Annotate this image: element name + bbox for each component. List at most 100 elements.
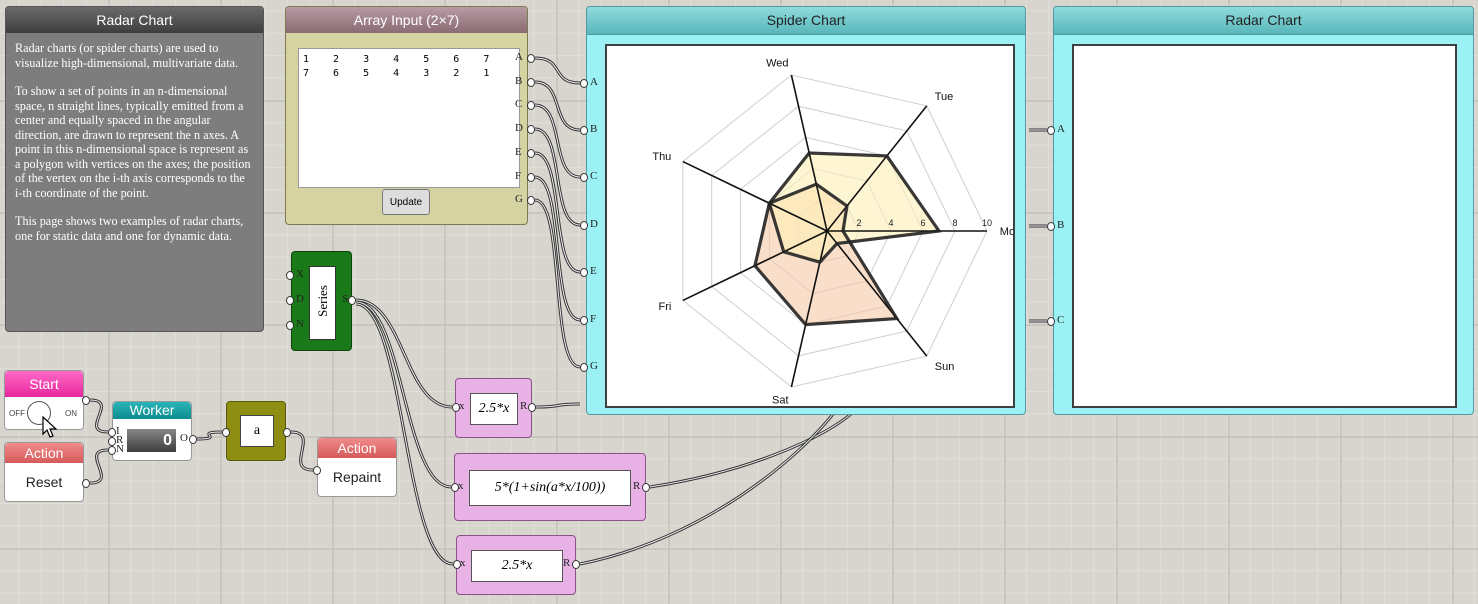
info-title: Radar Chart — [6, 7, 263, 33]
expression-node[interactable]: 5*(1+sin(a*x/100)) — [454, 453, 646, 521]
port-label: D — [590, 218, 598, 230]
tick-label: 4 — [888, 218, 893, 228]
axis-label: Mon — [1000, 226, 1013, 238]
array-output-port[interactable] — [527, 173, 535, 182]
axis-label: Sat — [772, 394, 789, 406]
array-output-port[interactable] — [527, 78, 535, 87]
variable-node[interactable]: a — [226, 401, 286, 461]
port-label: A — [1057, 123, 1065, 135]
port-label: C — [1057, 314, 1065, 326]
radar-input-port[interactable] — [1047, 126, 1055, 135]
port-label: B — [515, 75, 523, 87]
port-label: B — [590, 123, 598, 135]
array-output-port[interactable] — [527, 54, 535, 63]
radar-chart-node[interactable]: Radar Chart — [1053, 6, 1474, 415]
info-paragraph: This page shows two examples of radar ch… — [15, 214, 244, 243]
worker-title: Worker — [113, 402, 191, 419]
radar-chart-title: Radar Chart — [1054, 7, 1473, 35]
series-label-box: Series — [309, 266, 336, 340]
port-label: G — [590, 360, 598, 372]
tick-label: 2 — [856, 218, 861, 228]
update-button[interactable]: Update — [382, 189, 430, 215]
series-input-port[interactable] — [286, 296, 294, 305]
port-label: E — [590, 265, 597, 277]
spider-input-port[interactable] — [580, 363, 588, 372]
port-label: A — [590, 76, 598, 88]
port-label: A — [515, 51, 523, 63]
array-input-textarea[interactable] — [298, 48, 520, 188]
port-label: x — [459, 400, 465, 412]
spider-input-port[interactable] — [580, 79, 588, 88]
port-label: B — [1057, 219, 1065, 231]
tick-label: 6 — [920, 218, 925, 228]
expression-output-port[interactable] — [642, 483, 650, 492]
variable-label: a — [240, 415, 274, 447]
expression-node[interactable]: 2.5*x — [456, 535, 576, 595]
tick-label: 10 — [982, 218, 992, 228]
port-label: N — [116, 443, 124, 455]
radar-chart-svg: Mon Tue Wed Thu Fri Sat Sun 2 4 6 8 10 — [652, 58, 1021, 407]
repaint-action-node[interactable]: Action Repaint — [317, 437, 397, 497]
expression-output-port[interactable] — [572, 560, 580, 569]
spider-input-port[interactable] — [580, 268, 588, 277]
worker-input-port[interactable] — [108, 437, 116, 446]
worker-input-port[interactable] — [108, 446, 116, 455]
port-label: F — [515, 170, 522, 182]
action-title: Action — [318, 438, 396, 458]
info-panel[interactable]: Radar Chart Radar charts (or spider char… — [5, 6, 264, 332]
radar-input-port[interactable] — [1047, 222, 1055, 231]
array-output-port[interactable] — [527, 125, 535, 134]
array-output-port[interactable] — [527, 196, 535, 205]
spider-input-port[interactable] — [580, 173, 588, 182]
info-text: Radar charts (or spider charts) are used… — [6, 33, 263, 265]
series-input-port[interactable] — [286, 271, 294, 280]
expression-output-port[interactable] — [528, 403, 536, 412]
repaint-input-port[interactable] — [313, 466, 321, 475]
reset-output-port[interactable] — [82, 479, 90, 488]
variable-output-port[interactable] — [283, 428, 291, 437]
array-input-node[interactable]: Array Input (2×7) Update — [285, 6, 528, 225]
start-title: Start — [5, 371, 83, 397]
array-output-port[interactable] — [527, 149, 535, 158]
port-label: R — [633, 480, 641, 492]
radar-input-port[interactable] — [1047, 317, 1055, 326]
expression-formula[interactable]: 5*(1+sin(a*x/100)) — [469, 470, 631, 506]
spider-input-port[interactable] — [580, 221, 588, 230]
series-input-port[interactable] — [286, 321, 294, 330]
worker-counter: 0 — [127, 429, 176, 452]
worker-output-port[interactable] — [189, 435, 197, 444]
reset-button[interactable]: Reset — [5, 474, 83, 490]
info-paragraph: To show a set of points in an n-dimensio… — [15, 84, 251, 200]
port-label: X — [296, 268, 304, 280]
expression-formula[interactable]: 2.5*x — [471, 550, 563, 582]
port-label: E — [515, 146, 522, 158]
port-label: G — [515, 193, 523, 205]
worker-node[interactable]: Worker 0 — [112, 401, 192, 461]
spider-input-port[interactable] — [580, 316, 588, 325]
port-label: x — [460, 557, 466, 569]
port-label: D — [296, 293, 304, 305]
worker-input-port[interactable] — [108, 428, 116, 437]
port-label: O — [180, 432, 188, 444]
action-title: Action — [5, 443, 83, 463]
array-output-port[interactable] — [527, 101, 535, 110]
expression-formula[interactable]: 2.5*x — [470, 393, 518, 425]
spider-input-port[interactable] — [580, 126, 588, 135]
series-label: Series — [315, 285, 330, 317]
array-input-title: Array Input (2×7) — [286, 7, 527, 33]
info-paragraph: Radar charts (or spider charts) are used… — [15, 41, 239, 70]
start-output-port[interactable] — [82, 396, 90, 405]
port-label: C — [515, 98, 523, 110]
spider-chart-plot: Mon Tue Wed Thu Fri Sat Sun 2 4 6 8 10 — [605, 44, 1021, 408]
spider-chart-node[interactable]: Spider Chart Mon Tue Wed Thu Fri Sat Sun 2 4 6 8 10 — [586, 6, 1026, 415]
spider-chart-title: Spider Chart — [587, 7, 1025, 35]
axis-label: Thu — [652, 151, 671, 163]
reset-action-node[interactable]: Action Reset — [4, 442, 84, 502]
port-label: S — [342, 293, 349, 305]
series-output-port[interactable] — [348, 296, 356, 305]
variable-input-port[interactable] — [222, 428, 230, 437]
toggle-off-label: OFF — [9, 409, 25, 418]
repaint-button[interactable]: Repaint — [318, 469, 396, 485]
radar-chart-plot — [1072, 44, 1457, 408]
port-label: C — [590, 170, 598, 182]
